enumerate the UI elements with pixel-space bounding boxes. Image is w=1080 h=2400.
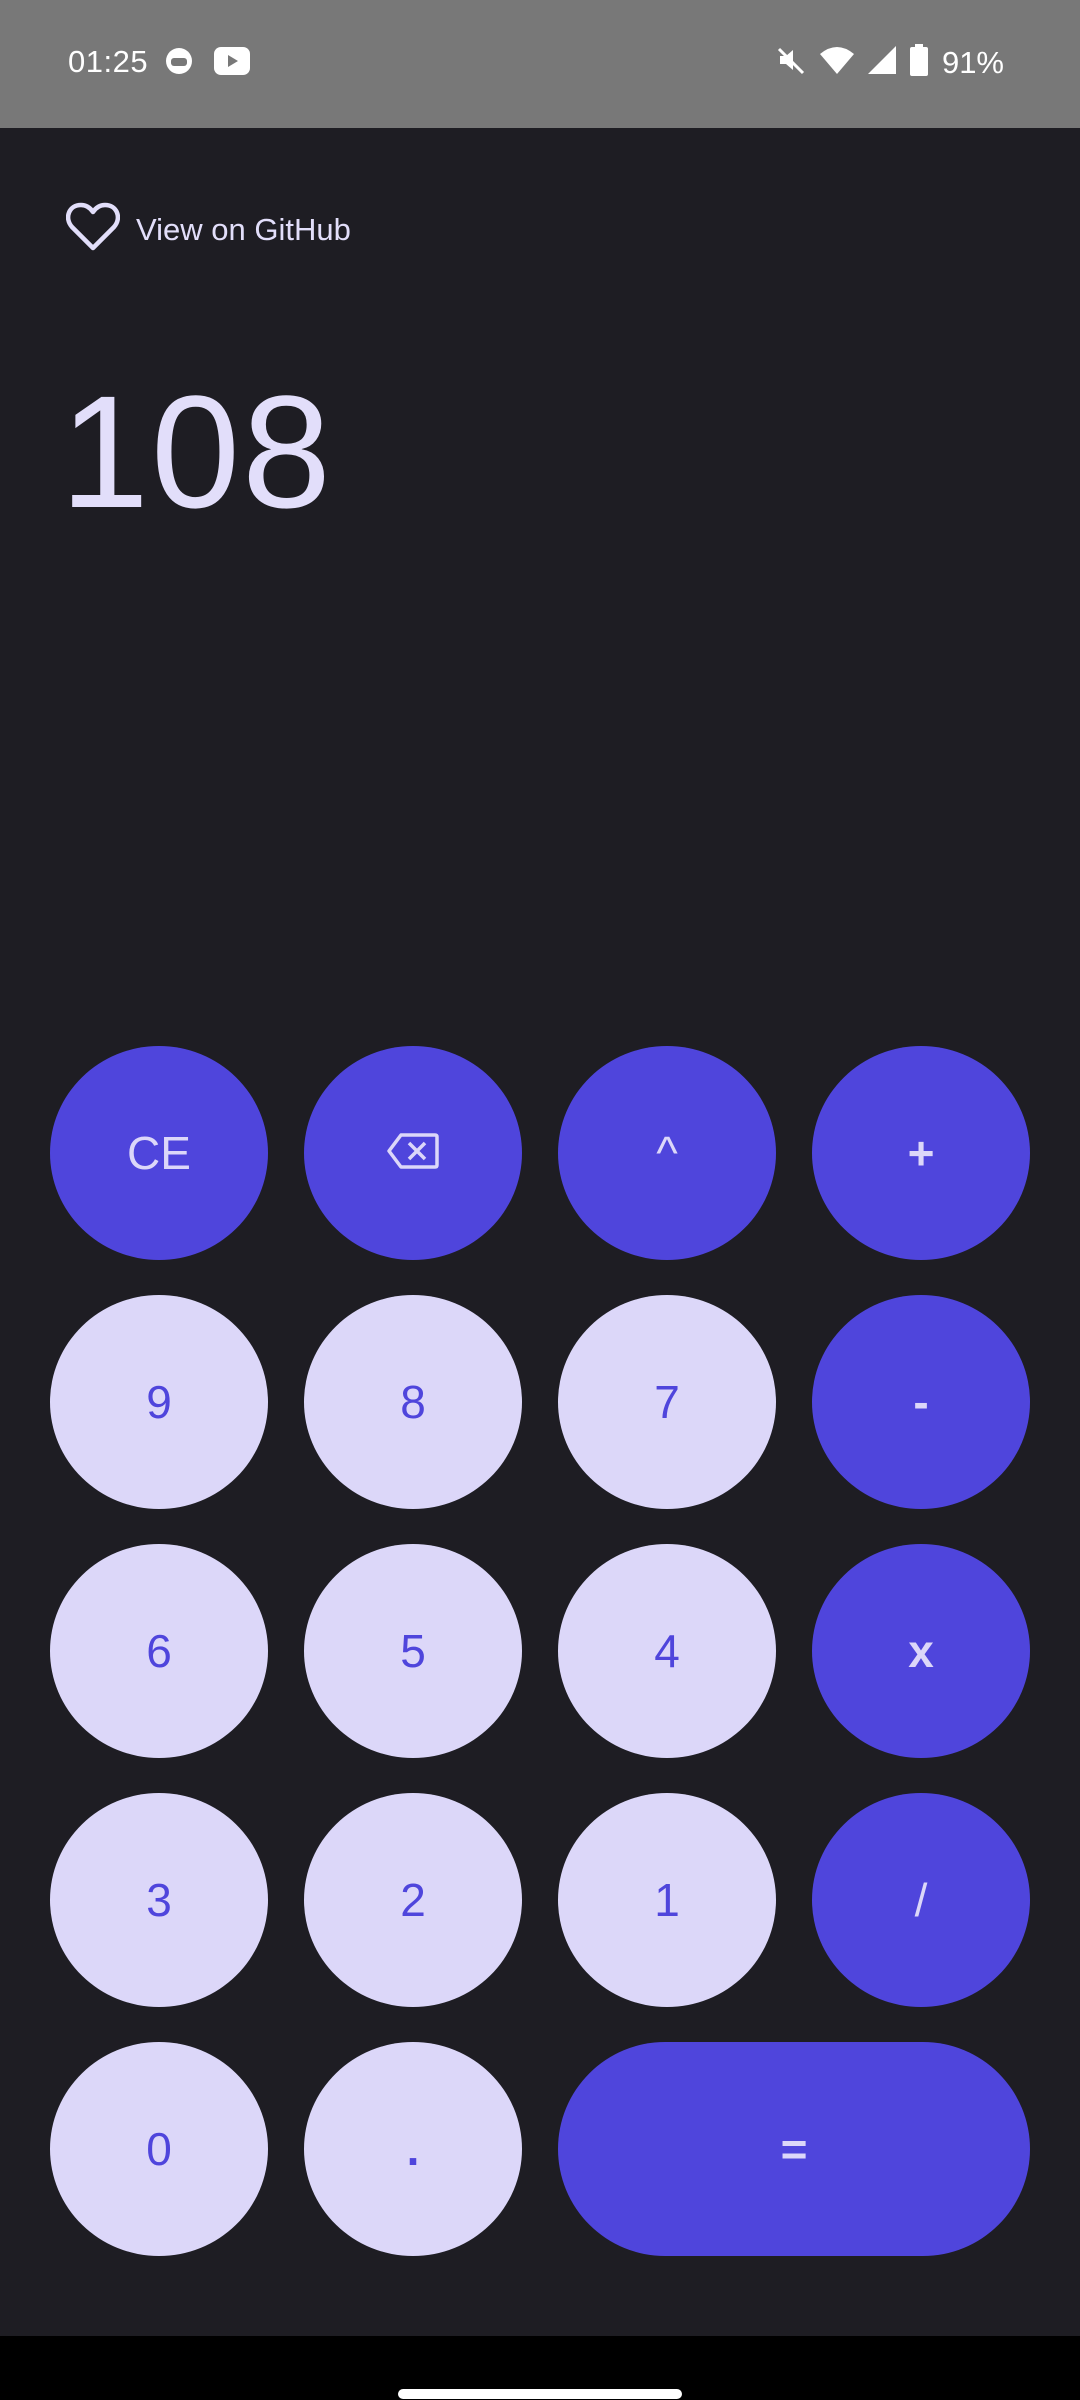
github-link-label: View on GitHub [136, 211, 351, 247]
digit-6-button[interactable]: 6 [50, 1544, 268, 1758]
digit-9-label: 9 [146, 1376, 172, 1428]
digit-5-label: 5 [400, 1625, 426, 1677]
view-on-github-link[interactable]: View on GitHub [65, 202, 351, 257]
status-time: 01:25 [68, 44, 149, 79]
digit-9-button[interactable]: 9 [50, 1295, 268, 1509]
digit-0-button[interactable]: 0 [50, 2042, 268, 2256]
digit-2-label: 2 [400, 1874, 426, 1926]
digit-1-label: 1 [654, 1874, 680, 1926]
digit-8-label: 8 [400, 1376, 426, 1428]
backspace-button[interactable] [304, 1046, 522, 1260]
clear-entry-button[interactable]: CE [50, 1046, 268, 1260]
battery-icon [909, 44, 928, 81]
status-bar: 01:25 91% [0, 0, 1080, 128]
decimal-point-label: . [406, 2123, 420, 2175]
divide-label: / [914, 1874, 928, 1926]
power-button[interactable]: ^ [558, 1046, 776, 1260]
digit-4-label: 4 [654, 1625, 680, 1677]
calculator-app: View on GitHub 108 CE ^ + 9 8 7 - 6 5 4 … [0, 128, 1080, 2336]
status-notification-icons [164, 46, 250, 81]
home-gesture-handle[interactable] [398, 2389, 682, 2399]
add-button[interactable]: + [812, 1046, 1030, 1260]
wifi-icon [819, 46, 854, 79]
backspace-icon [387, 1126, 439, 1180]
signal-icon [867, 46, 896, 79]
digit-8-button[interactable]: 8 [304, 1295, 522, 1509]
battery-percentage: 91% [941, 44, 1004, 80]
subtract-label: - [913, 1376, 929, 1428]
notification-face-icon [164, 46, 194, 81]
digit-3-label: 3 [146, 1874, 172, 1926]
heart-icon [65, 202, 121, 257]
multiply-button[interactable]: x [812, 1544, 1030, 1758]
status-system-icons: 91% [776, 44, 1004, 81]
multiply-label: x [908, 1625, 934, 1677]
digit-7-label: 7 [654, 1376, 680, 1428]
mute-icon [776, 45, 806, 80]
digit-0-label: 0 [146, 2123, 172, 2175]
digit-4-button[interactable]: 4 [558, 1544, 776, 1758]
decimal-point-button[interactable]: . [304, 2042, 522, 2256]
digit-7-button[interactable]: 7 [558, 1295, 776, 1509]
equals-label: = [780, 2123, 808, 2175]
power-label: ^ [656, 1127, 678, 1179]
youtube-icon [214, 47, 250, 80]
digit-5-button[interactable]: 5 [304, 1544, 522, 1758]
equals-button[interactable]: = [558, 2042, 1030, 2256]
divide-button[interactable]: / [812, 1793, 1030, 2007]
digit-1-button[interactable]: 1 [558, 1793, 776, 2007]
subtract-button[interactable]: - [812, 1295, 1030, 1509]
digit-2-button[interactable]: 2 [304, 1793, 522, 2007]
add-label: + [907, 1127, 935, 1179]
clear-entry-label: CE [127, 1127, 191, 1179]
digit-6-label: 6 [146, 1625, 172, 1677]
calculator-display: 108 [60, 362, 333, 541]
digit-3-button[interactable]: 3 [50, 1793, 268, 2007]
